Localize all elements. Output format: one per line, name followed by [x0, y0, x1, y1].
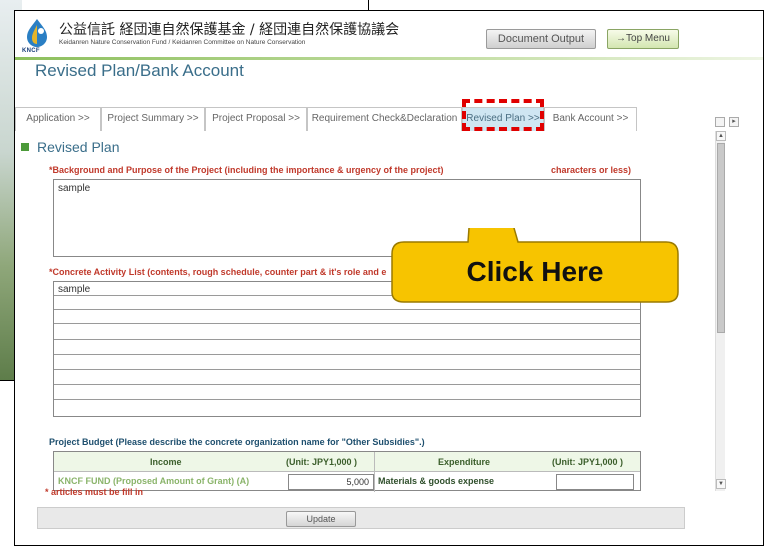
document-output-button[interactable]: Document Output [486, 29, 596, 49]
income-header: Income [150, 457, 182, 467]
tab-project-summary[interactable]: Project Summary >> [101, 107, 205, 131]
page-title: Revised Plan/Bank Account [35, 61, 244, 80]
content-area: Revised Plan *Background and Purpose of … [15, 131, 715, 492]
header: KNCF 公益信託 経団連自然保護基金 / 経団連自然保護協議会 Keidanr… [15, 11, 763, 57]
logo-text: KNCF [22, 48, 40, 54]
background-label-tail: characters or less) [551, 165, 632, 175]
list-row-divider [54, 354, 640, 355]
divider [368, 0, 369, 10]
list-row-divider [54, 369, 640, 370]
budget-table-header: Income (Unit: JPY1,000 ) Expenditure (Un… [54, 452, 640, 472]
update-button[interactable]: Update [286, 511, 356, 527]
tab-application[interactable]: Application >> [15, 107, 101, 131]
budget-label: Project Budget (Please describe the conc… [49, 437, 425, 447]
list-row-divider [54, 339, 640, 340]
kncf-amount-input[interactable]: 5,000 [288, 474, 374, 490]
list-row-divider [54, 384, 640, 385]
background-label: *Background and Purpose of the Project (… [49, 165, 444, 175]
tab-project-proposal[interactable]: Project Proposal >> [205, 107, 307, 131]
activity-label: *Concrete Activity List (contents, rough… [49, 267, 387, 277]
expenditure-label: Materials & goods expense [378, 476, 495, 486]
unit-header: (Unit: JPY1,000 ) [286, 457, 358, 467]
tab-scroll-left-button[interactable] [715, 117, 725, 127]
expenditure-header: Expenditure [438, 457, 491, 467]
scroll-down-icon[interactable]: ▼ [716, 479, 726, 489]
list-item[interactable]: sample [58, 284, 90, 295]
top-menu-button[interactable]: →Top Menu [607, 29, 679, 49]
callout-text: Click Here [466, 256, 604, 287]
section-title-text: Revised Plan [37, 139, 120, 155]
org-name-en: Keidanren Nature Conservation Fund / Kei… [59, 39, 306, 46]
kncf-fund-label: KNCF FUND (Proposed Amount of Grant) (A) [58, 476, 250, 486]
tab-bar: Application >> Project Summary >> Projec… [15, 107, 645, 131]
list-row-divider [54, 399, 640, 400]
highlight-box [462, 99, 544, 131]
expenditure-input[interactable] [556, 474, 634, 490]
list-row-divider [54, 323, 640, 324]
required-note: * articles must be fill in [45, 487, 144, 497]
org-name-jp: 公益信託 経団連自然保護基金 / 経団連自然保護協議会 [59, 22, 400, 38]
tab-bank-account[interactable]: Bank Account >> [544, 107, 637, 131]
header-rule [15, 57, 763, 60]
scrollbar-thumb[interactable] [717, 143, 725, 333]
click-here-callout: Click Here [390, 228, 680, 304]
scroll-up-icon[interactable]: ▲ [716, 131, 726, 141]
scrollbar[interactable]: ▲ ▼ [715, 131, 726, 491]
budget-table: Income (Unit: JPY1,000 ) Expenditure (Un… [53, 451, 641, 492]
tab-requirement-check[interactable]: Requirement Check&Declaration [307, 107, 462, 131]
bullet-icon [21, 143, 29, 151]
tab-scroll-right-button[interactable]: ▸ [729, 117, 739, 127]
section-title: Revised Plan [21, 139, 120, 155]
unit-header: (Unit: JPY1,000 ) [552, 457, 624, 467]
footer-bar: Update [37, 507, 685, 529]
